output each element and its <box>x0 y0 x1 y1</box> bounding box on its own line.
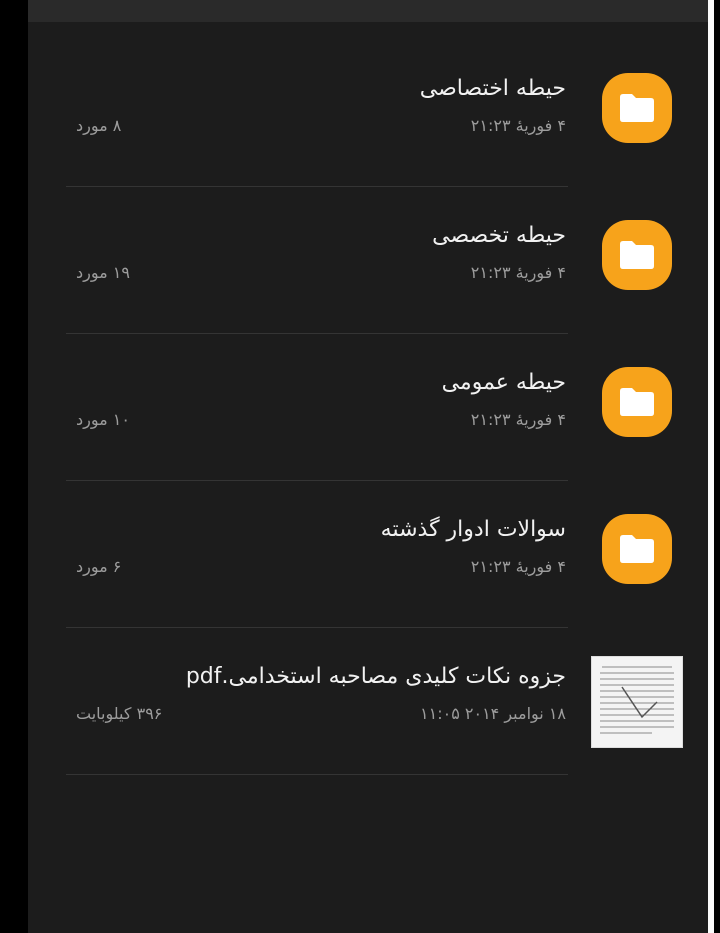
screen-edge <box>708 0 714 933</box>
item-date: ۴ فوریهٔ ۲۱:۲۳ <box>470 410 566 429</box>
folder-icon <box>602 220 672 290</box>
pdf-document-thumbnail-icon <box>591 656 683 748</box>
folder-icon <box>602 73 672 143</box>
item-title: جزوه نکات کلیدی مصاحبه استخدامی.pdf <box>185 664 566 689</box>
item-title: حیطه عمومی <box>441 370 566 395</box>
item-title: حیطه تخصصی <box>432 223 566 248</box>
top-bar <box>28 0 714 22</box>
item-count: ۶ مورد <box>76 557 122 576</box>
item-size: ۳۹۶ کیلوبایت <box>76 704 163 723</box>
list-item-folder-general[interactable]: حیطه عمومی ۴ فوریهٔ ۲۱:۲۳ ۱۰ مورد <box>28 334 714 481</box>
list-item-folder-past-questions[interactable]: سوالات ادوار گذشته ۴ فوریهٔ ۲۱:۲۳ ۶ مورد <box>28 481 714 628</box>
item-date: ۴ فوریهٔ ۲۱:۲۳ <box>470 557 566 576</box>
item-count: ۱۰ مورد <box>76 410 130 429</box>
file-list: حیطه اختصاصی ۴ فوریهٔ ۲۱:۲۳ ۸ مورد حیطه … <box>28 40 714 775</box>
folder-icon <box>602 367 672 437</box>
divider <box>66 774 568 775</box>
item-title: سوالات ادوار گذشته <box>380 517 566 542</box>
list-item-file-pdf[interactable]: جزوه نکات کلیدی مصاحبه استخدامی.pdf ۱۸ ن… <box>28 628 714 775</box>
folder-icon <box>602 514 672 584</box>
item-count: ۱۹ مورد <box>76 263 130 282</box>
item-date: ۴ فوریهٔ ۲۱:۲۳ <box>470 116 566 135</box>
list-item-folder-professional[interactable]: حیطه تخصصی ۴ فوریهٔ ۲۱:۲۳ ۱۹ مورد <box>28 187 714 334</box>
item-count: ۸ مورد <box>76 116 122 135</box>
item-title: حیطه اختصاصی <box>419 76 566 101</box>
list-item-folder-specialized[interactable]: حیطه اختصاصی ۴ فوریهٔ ۲۱:۲۳ ۸ مورد <box>28 40 714 187</box>
file-browser-screen: حیطه اختصاصی ۴ فوریهٔ ۲۱:۲۳ ۸ مورد حیطه … <box>28 0 714 933</box>
item-date: ۱۸ نوامبر ۲۰۱۴ ۱۱:۰۵ <box>420 704 566 723</box>
item-date: ۴ فوریهٔ ۲۱:۲۳ <box>470 263 566 282</box>
